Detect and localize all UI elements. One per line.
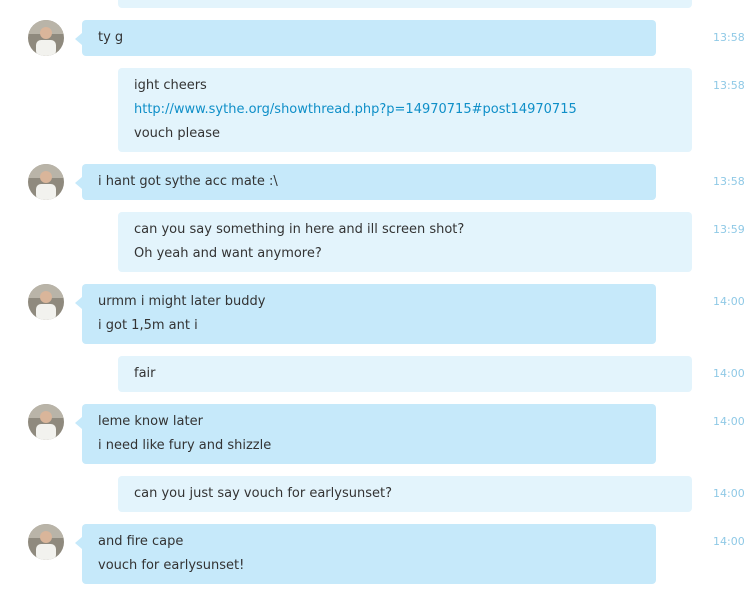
message-bubble[interactable]: leme know later i need like fury and shi… [75,404,656,464]
message-text: i need like fury and shizzle [98,438,272,453]
message-bubble[interactable]: can you say something in here and ill sc… [118,212,692,272]
message-text: i got 1,5m ant i [98,318,198,333]
message-text: can you say something in here and ill sc… [134,222,465,237]
message-time: 13:59 [713,223,745,236]
message-time: 13:58 [713,175,745,188]
avatar[interactable] [28,20,64,56]
message-text: i hant got sythe acc mate :\ [98,174,278,189]
message-time: 14:00 [713,367,745,380]
message-text: leme know later [98,414,203,429]
message-bubble-partial [118,0,692,8]
message-text: fair [134,366,156,381]
avatar[interactable] [28,164,64,200]
message-bubble[interactable]: and fire cape vouch for earlysunset! [75,524,656,584]
message-text: vouch for earlysunset! [98,558,245,573]
avatar[interactable] [28,284,64,320]
message-text: and fire cape [98,534,184,549]
message-time: 14:00 [713,295,745,308]
message-time: 13:58 [713,79,745,92]
message-text: ty g [98,30,124,45]
message-text: vouch please [134,126,221,141]
message-time: 14:00 [713,535,745,548]
message-text: Oh yeah and want anymore? [134,246,322,261]
message-bubble[interactable]: can you just say vouch for earlysunset? [118,476,692,512]
avatar[interactable] [28,524,64,560]
message-text: can you just say vouch for earlysunset? [134,486,392,501]
message-time: 14:00 [713,487,745,500]
message-bubble[interactable]: ight cheers http://www.sythe.org/showthr… [118,68,692,152]
avatar[interactable] [28,404,64,440]
message-bubble[interactable]: fair [118,356,692,392]
message-text: ight cheers [134,78,207,93]
message-link[interactable]: http://www.sythe.org/showthread.php?p=14… [134,102,577,118]
message-time: 13:58 [713,31,745,44]
message-time: 14:00 [713,415,745,428]
message-text: urmm i might later buddy [98,294,266,309]
message-bubble[interactable]: i hant got sythe acc mate :\ [75,164,656,200]
message-bubble[interactable]: ty g [75,20,656,56]
message-bubble[interactable]: urmm i might later buddy i got 1,5m ant … [75,284,656,344]
